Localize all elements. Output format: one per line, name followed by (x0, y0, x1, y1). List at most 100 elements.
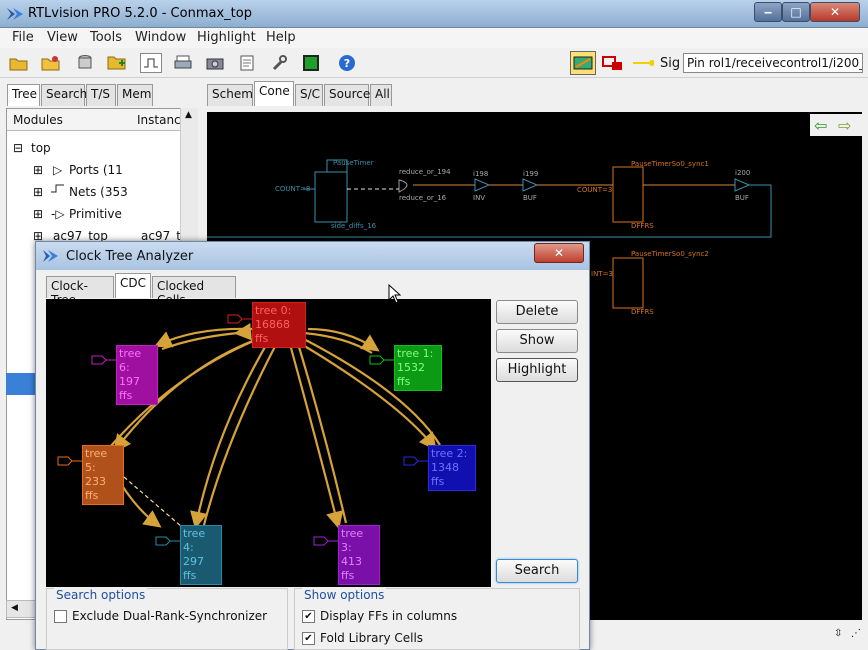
tab-clock-tree[interactable]: Clock-Tree (46, 276, 114, 307)
document-icon[interactable] (236, 53, 258, 73)
cdc-node-tree-4[interactable]: tree 4: 297 ffs (180, 525, 222, 585)
tree-item-primitive[interactable]: Primitive (69, 207, 122, 221)
label-i199: i199 (523, 170, 539, 178)
database-icon[interactable] (74, 53, 96, 73)
fold-lib-checkbox[interactable]: ✔ (302, 632, 315, 645)
search-options-label: Search options (54, 588, 148, 602)
close-button[interactable]: ✕ (810, 2, 860, 22)
tab-cone[interactable]: Cone (254, 81, 294, 106)
dialog-close-button[interactable]: ✕ (534, 243, 584, 263)
zoom-stepper-icon[interactable]: ⇳ (834, 628, 850, 644)
node-count: 297 ffs (183, 555, 204, 582)
tab-ts[interactable]: T/S (86, 84, 116, 106)
pin-icon (312, 535, 340, 550)
signal-field[interactable]: Pin rol1/receivecontrol1/i200_o (683, 53, 863, 73)
tree-expander[interactable]: ⊞ (33, 207, 43, 221)
search-button[interactable]: Search (496, 559, 578, 583)
primitive-icon: -▷ (51, 207, 65, 221)
label-buf2: BUF (735, 194, 749, 202)
pin-icon (90, 354, 118, 369)
app-logo-icon (7, 8, 23, 20)
print-icon[interactable] (172, 53, 194, 73)
add-file-icon[interactable] (106, 53, 128, 73)
cdc-node-tree-3[interactable]: tree 3: 413 ffs (338, 525, 380, 585)
port-icon: ▷ (53, 163, 63, 177)
menu-highlight[interactable]: Highlight (197, 30, 256, 45)
tree-item-ports[interactable]: Ports (11 (69, 163, 123, 177)
minimize-button[interactable]: ‒ (754, 2, 782, 22)
svg-text:?: ? (344, 57, 350, 70)
cdc-node-tree-0[interactable]: tree 0: 16868 ffs (252, 302, 306, 348)
tab-tree[interactable]: Tree (7, 84, 40, 106)
node-count: 1532 ffs (397, 361, 425, 388)
tab-search[interactable]: Search (41, 84, 87, 106)
highlight-color-icon[interactable] (570, 51, 596, 75)
unhighlight-icon[interactable] (602, 53, 624, 73)
menu-view[interactable]: View (47, 30, 78, 45)
node-count: 1348 ffs (431, 461, 459, 488)
highlight-button[interactable]: Highlight (496, 358, 578, 382)
show-button[interactable]: Show (496, 329, 578, 353)
signal-arrow-icon (632, 53, 654, 73)
tree-expander[interactable]: ⊞ (33, 185, 43, 199)
menu-file[interactable]: File (12, 30, 34, 45)
node-label: tree 5: (85, 447, 108, 474)
toolbar: ? Sig Pin rol1/receivecontrol1/i200_o (0, 48, 868, 78)
tab-clocked-cells[interactable]: Clocked Cells (152, 276, 236, 307)
camera-icon[interactable] (204, 53, 226, 73)
tab-mem[interactable]: Mem (117, 84, 153, 106)
display-ffs-checkbox[interactable]: ✔ (302, 610, 315, 623)
menu-help[interactable]: Help (266, 30, 296, 45)
cdc-node-tree-6[interactable]: tree 6: 197 ffs (116, 345, 158, 405)
node-label: tree 4: (183, 527, 206, 554)
node-count: 233 ffs (85, 475, 106, 502)
maximize-button[interactable]: □ (782, 2, 810, 22)
node-count: 413 ffs (341, 555, 362, 582)
tree-item-nets[interactable]: Nets (353 (69, 185, 128, 199)
exclude-drs-checkbox[interactable] (54, 610, 67, 623)
pin-icon (226, 313, 254, 328)
menu-window[interactable]: Window (135, 30, 186, 45)
node-label: tree 6: (119, 347, 142, 374)
column-modules[interactable]: Modules (13, 113, 63, 127)
delete-button[interactable]: Delete (496, 300, 578, 324)
tab-schem[interactable]: Schem (207, 84, 253, 106)
node-label: tree 0: (255, 304, 292, 317)
cdc-node-tree-2[interactable]: tree 2: 1348 ffs (428, 445, 476, 491)
open-folder-icon[interactable] (8, 53, 30, 73)
label-reduce-or-194: reduce_or_194 (399, 168, 451, 176)
cdc-node-tree-5[interactable]: tree 5: 233 ffs (82, 445, 124, 505)
open-design-icon[interactable] (40, 53, 62, 73)
node-count: 16868 ffs (255, 318, 290, 345)
clock-tree-analyzer-dialog: Clock Tree Analyzer ✕ Clock-Tree CDC Clo… (35, 241, 590, 650)
tab-sc[interactable]: S/C (295, 84, 323, 106)
tree-expander[interactable]: ⊞ (33, 163, 43, 177)
scroll-left-icon[interactable]: ◀ (11, 603, 18, 613)
column-instance[interactable]: Instanc (137, 113, 181, 127)
dialog-title-bar: Clock Tree Analyzer ✕ (36, 242, 589, 270)
scroll-up-icon[interactable]: ▲ (185, 110, 192, 120)
tab-cdc[interactable]: CDC (115, 273, 151, 298)
label-count3: COUNT=3 (577, 186, 613, 194)
label-reduce-or-16: reduce_or_16 (399, 194, 447, 202)
wrench-icon[interactable] (268, 53, 290, 73)
tab-source[interactable]: Source (324, 84, 370, 106)
cdc-graph-canvas[interactable]: tree 0: 16868 ffs tree 6: 197 ffs tree 1: 1… (46, 299, 491, 587)
label-dffrs: DFFRS (631, 222, 654, 230)
waveform-icon[interactable] (140, 53, 162, 73)
tree-root-top[interactable]: top (31, 141, 51, 155)
pin-icon (56, 455, 84, 470)
label-inv: INV (473, 194, 486, 202)
node-label: tree 2: (431, 447, 468, 460)
menu-tools[interactable]: Tools (90, 30, 122, 45)
cdc-node-tree-1[interactable]: tree 1: 1532 ffs (394, 345, 442, 391)
tab-all[interactable]: All (370, 84, 392, 106)
resize-grip-icon[interactable]: ⋰ (851, 628, 865, 644)
label-count-in: COUNT=8 (275, 185, 311, 193)
help-icon[interactable]: ? (336, 53, 358, 73)
app-logo-icon (43, 250, 58, 262)
green-square-icon[interactable] (300, 53, 322, 73)
pin-icon (368, 354, 396, 369)
label-pause-timer: PauseTimer (333, 159, 374, 167)
tree-expander[interactable]: ⊟ (13, 141, 23, 155)
